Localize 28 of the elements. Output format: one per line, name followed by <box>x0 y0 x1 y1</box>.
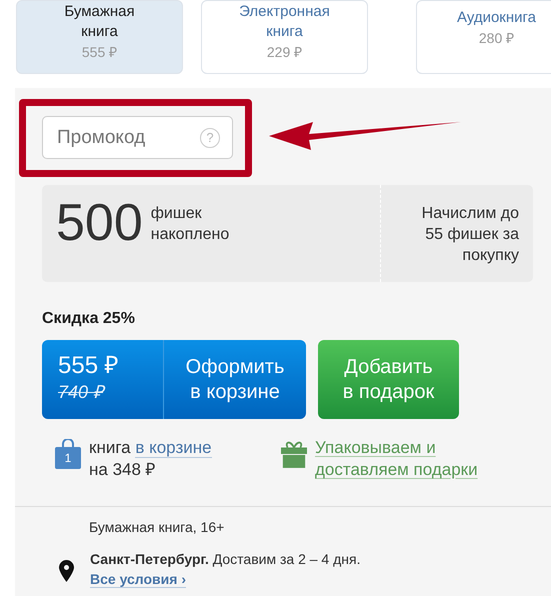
cart-count: 1 <box>64 451 72 465</box>
format-price: 555 ₽ <box>82 43 118 62</box>
discount-label: Скидка 25% <box>42 310 136 328</box>
delivery-text: Санкт-Петербург. Доставим за 2 – 4 дня. <box>90 550 360 569</box>
cart-text: книга в корзине на 348 ₽ <box>89 437 213 481</box>
checkout-label: Оформить в корзине <box>184 354 286 404</box>
gift-link[interactable]: Упаковываем и доставляем подарки <box>315 437 505 481</box>
checkout-button[interactable]: 555 ₽ 740 ₽ Оформить в корзине <box>42 340 306 419</box>
format-label: Бумажная книга <box>63 2 136 42</box>
location-pin-icon <box>59 560 74 582</box>
points-count: 500 <box>56 195 143 251</box>
cart-link[interactable]: в корзине <box>135 438 212 458</box>
points-caption: фишек накоплено <box>150 204 230 245</box>
book-type: Бумажная книга, 16+ <box>89 519 226 535</box>
gift-icon <box>281 439 307 469</box>
format-label: Электронная книга <box>238 2 331 42</box>
old-price: 740 ₽ <box>58 381 106 404</box>
gift-button[interactable]: Добавить в подарок <box>318 340 459 419</box>
format-price: 280 ₽ <box>478 29 514 48</box>
bag-icon <box>55 439 81 469</box>
format-label: Аудиокнига <box>456 8 538 28</box>
current-price: 555 ₽ <box>58 352 120 380</box>
format-tab[interactable]: Электронная книга 229 ₽ <box>201 0 368 74</box>
format-tab[interactable]: Аудиокнига 280 ₽ <box>416 0 551 74</box>
conditions-link[interactable]: Все условия › <box>90 571 186 588</box>
format-price: 229 ₽ <box>266 43 302 62</box>
bonus-text: Начислим до 55 фишек за покупку <box>420 204 520 266</box>
format-tab[interactable]: Бумажная книга 555 ₽ <box>16 0 183 74</box>
